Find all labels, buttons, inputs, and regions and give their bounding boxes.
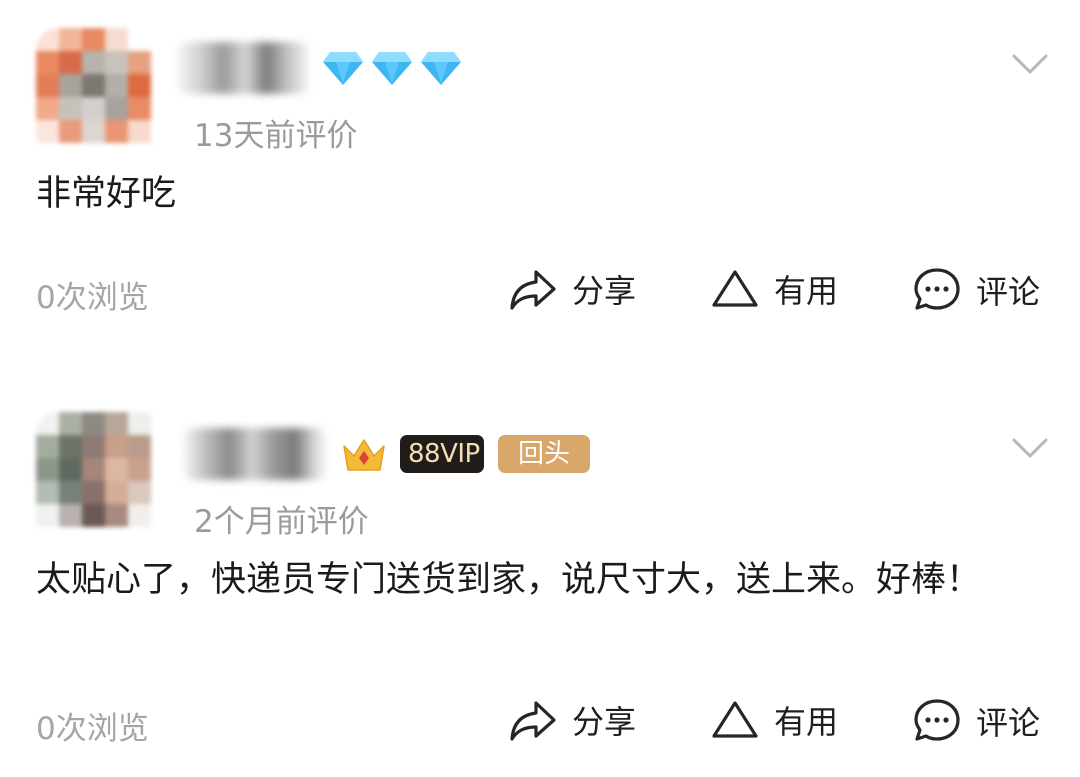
chevron-down-icon[interactable] bbox=[1010, 436, 1050, 460]
review-content: 太贴心了，快递员专门送货到家，说尺寸大，送上来。好棒！ bbox=[36, 560, 982, 600]
useful-button[interactable]: 有用 bbox=[710, 697, 838, 743]
repeat-customer-badge: 回头客 bbox=[498, 435, 590, 507]
review-item: 88VIP 回头客 2个月前评价 太贴心了，快递员专门送货到家，说尺寸大，送上来… bbox=[0, 0, 1080, 777]
crown-icon bbox=[343, 439, 385, 471]
review-time: 2个月前评价 bbox=[194, 504, 369, 540]
triangle-up-icon bbox=[712, 701, 758, 738]
share-arrow-icon bbox=[510, 701, 556, 741]
view-count: 0次浏览 bbox=[36, 711, 149, 747]
avatar[interactable] bbox=[36, 412, 164, 540]
comment-label: 评论 bbox=[976, 704, 1041, 742]
username-blurred[interactable] bbox=[184, 428, 326, 480]
vip-badge: 88VIP bbox=[400, 435, 484, 473]
share-label: 分享 bbox=[572, 703, 637, 741]
chat-bubble-icon bbox=[914, 699, 960, 741]
useful-label: 有用 bbox=[774, 703, 839, 741]
share-button[interactable]: 分享 bbox=[508, 697, 636, 743]
comment-button[interactable]: 评论 bbox=[912, 697, 1040, 745]
